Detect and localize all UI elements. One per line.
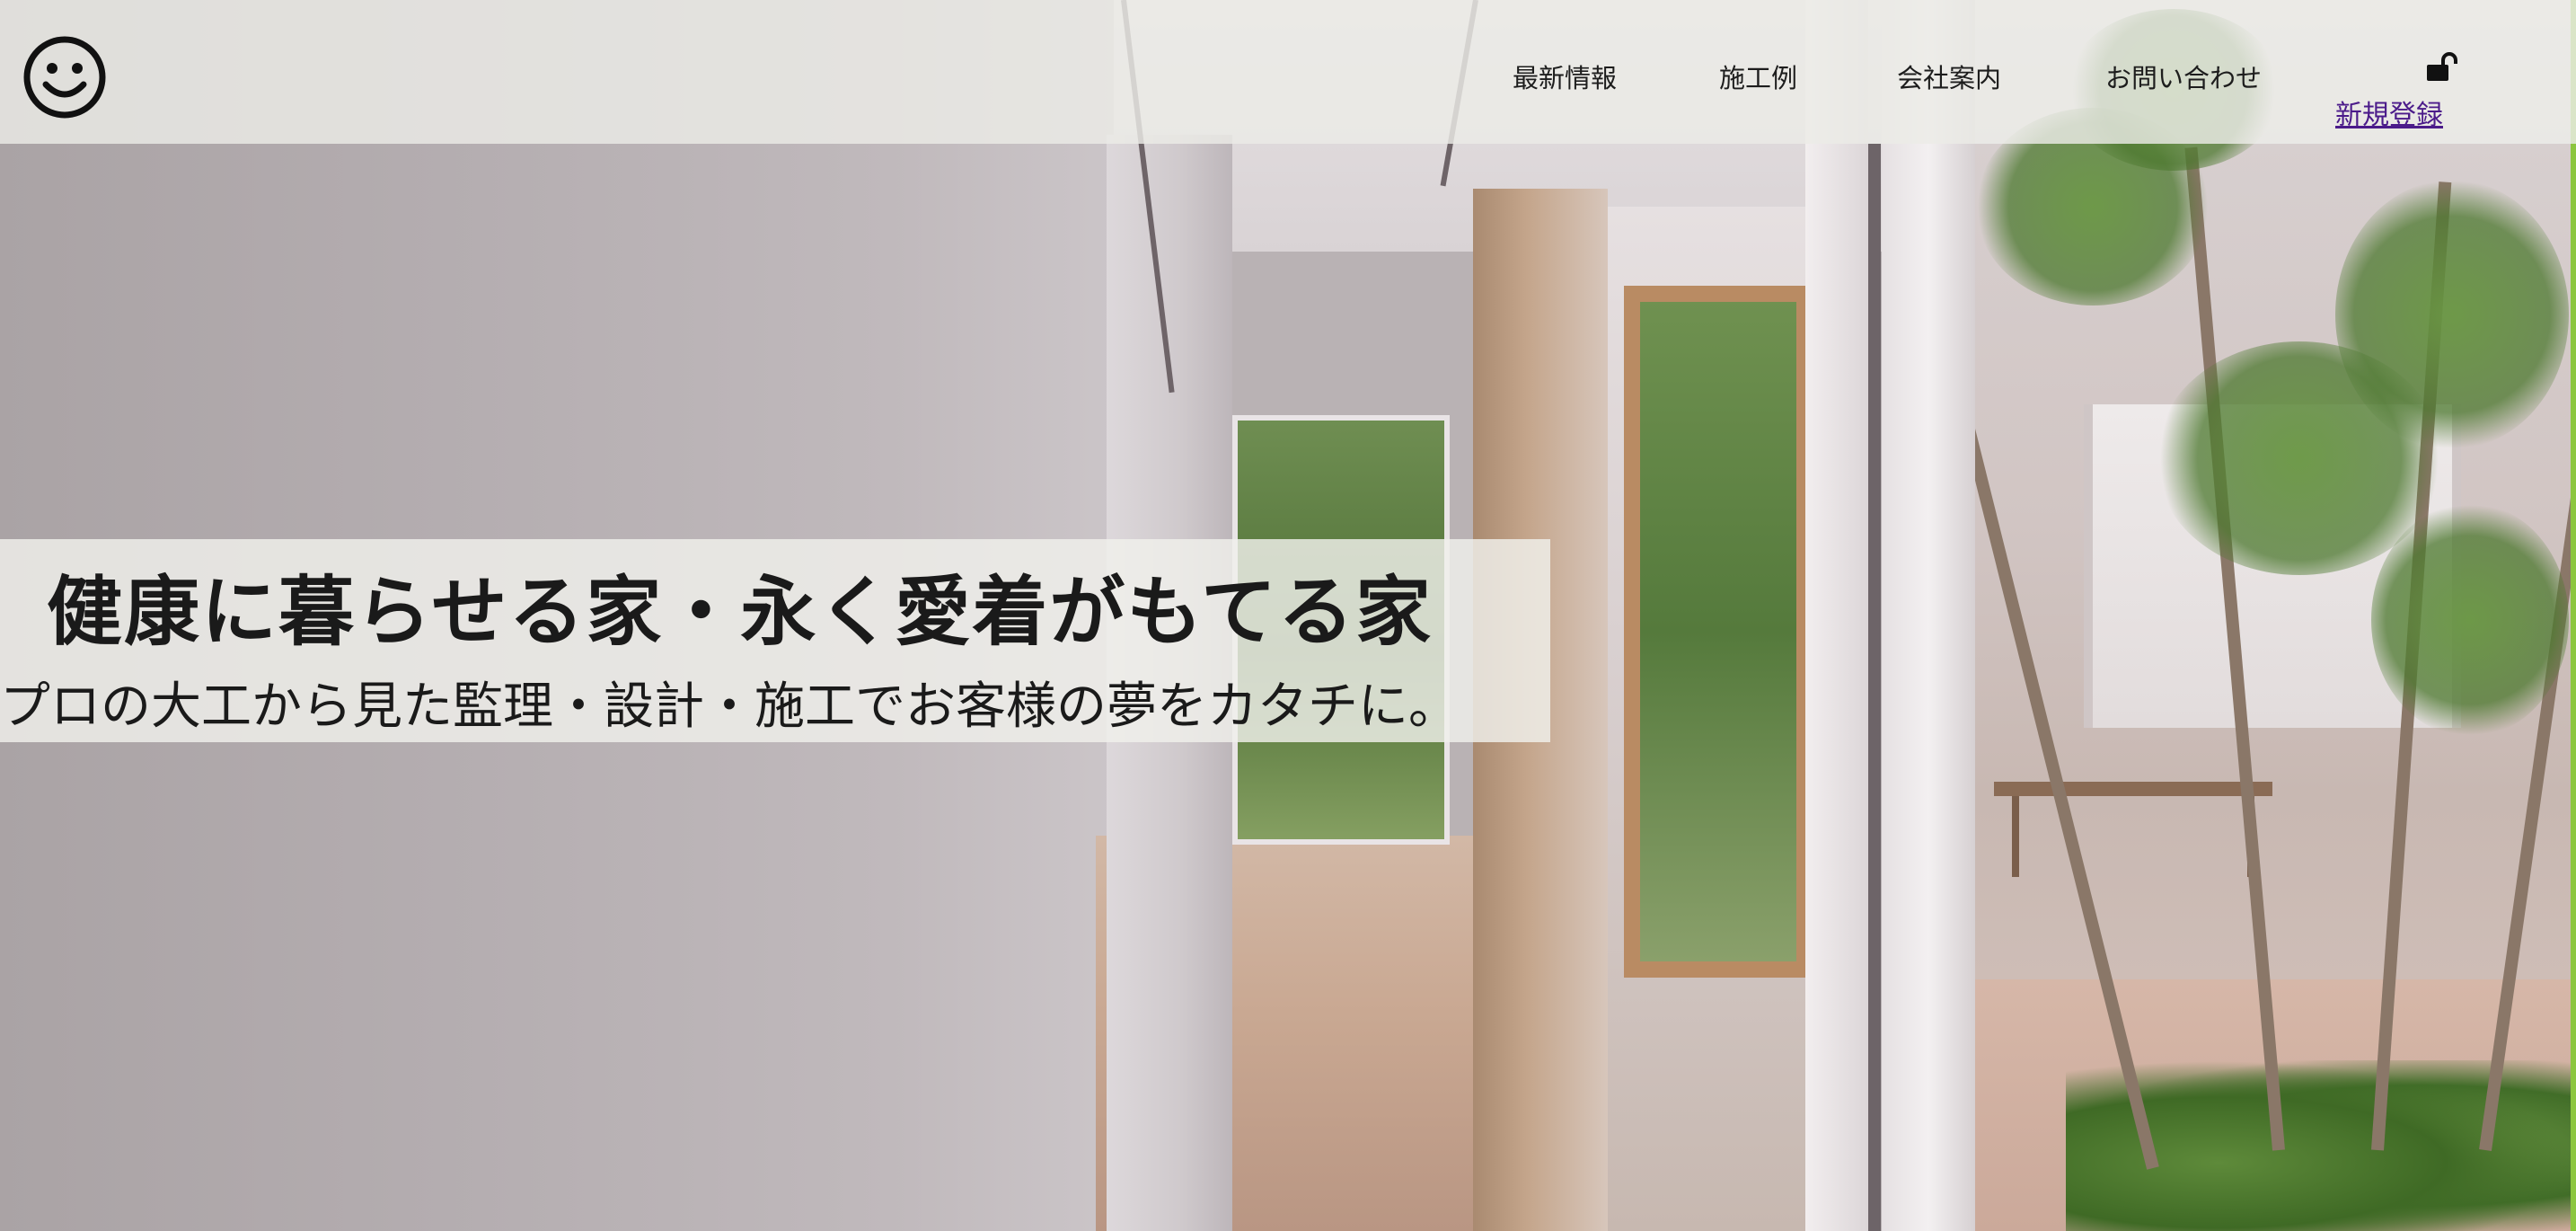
scene-window-frame [1624,286,1813,978]
scene-post [1882,0,1975,1231]
hero-title: 健康に暮らせる家・永く愛着がもてる家 [47,567,1433,656]
signup-link[interactable]: 新規登録 [2335,93,2443,132]
unlock-icon[interactable] [2425,52,2457,84]
scene-foliage [2335,180,2569,449]
nav-item-news[interactable]: 最新情報 [1513,58,1617,95]
scene-dining-table [1994,782,2272,796]
smiley-face-icon[interactable] [22,34,108,120]
scene-edge-accent [2571,0,2576,1231]
nav-item-company[interactable]: 会社案内 [1897,58,2001,95]
hero-section: 最新情報 施工例 会社案内 お問い合わせ 新規登録 健康に暮らせる家・永く愛着が… [0,0,2576,1231]
nav-item-works[interactable]: 施工例 [1719,58,1797,95]
hero-subtitle: プロの大工から見た監理・設計・施工でお客様の夢をカタチに。 [0,677,1459,736]
scene-post [1805,0,1868,1231]
scene-post [1868,144,1881,1231]
scene-foliage [2371,503,2569,737]
nav-item-contact[interactable]: お問い合わせ [2105,58,2262,95]
site-header: 最新情報 施工例 会社案内 お問い合わせ 新規登録 [0,0,2576,144]
scene-table-legs [2012,796,2254,877]
